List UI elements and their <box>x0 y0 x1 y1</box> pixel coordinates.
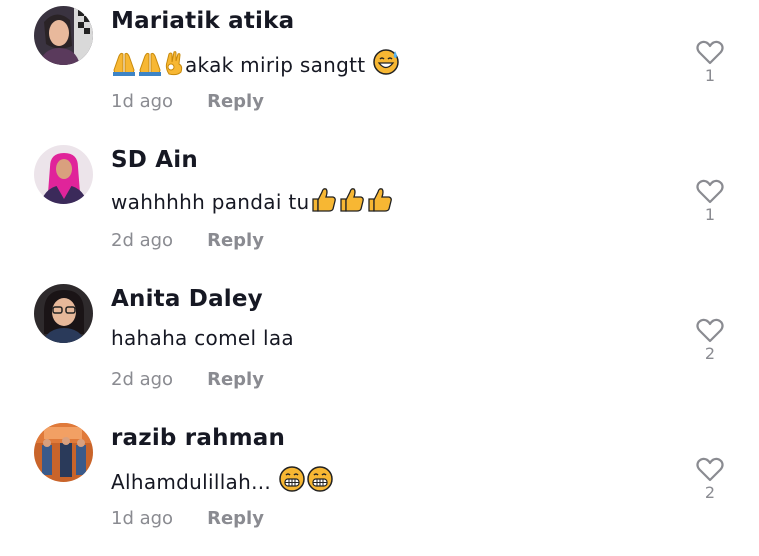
avatar[interactable] <box>34 423 93 482</box>
like-count: 1 <box>704 66 716 85</box>
comment-meta: 1d ago Reply <box>111 91 264 112</box>
comment-meta: 2d ago Reply <box>111 230 264 251</box>
comment-time: 2d ago <box>111 369 174 390</box>
heart-icon <box>696 318 724 343</box>
comment-item: Mariatik atika akak mirip sangtt 1d ago R… <box>0 0 759 139</box>
folded-hands-icon <box>137 50 163 76</box>
comment-time: 1d ago <box>111 508 174 529</box>
comment-text: akak mirip sangtt <box>111 48 400 77</box>
reply-button[interactable]: Reply <box>207 508 264 529</box>
heart-icon <box>696 457 724 482</box>
reply-button[interactable]: Reply <box>207 91 264 112</box>
comment-body: Alhamdulillah... <box>111 470 278 494</box>
comment-time: 2d ago <box>111 230 174 251</box>
thumbs-up-icon <box>309 187 337 213</box>
thumbs-up-icon <box>337 187 365 213</box>
reply-button[interactable]: Reply <box>207 230 264 251</box>
comment-time: 1d ago <box>111 91 174 112</box>
comment-username[interactable]: Anita Daley <box>111 286 263 312</box>
comment-text: wahhhhh pandai tu <box>111 187 393 214</box>
like-count: 2 <box>704 344 716 363</box>
comment-meta: 2d ago Reply <box>111 369 264 390</box>
comment-username[interactable]: Mariatik atika <box>111 8 294 34</box>
like-count: 1 <box>704 205 716 224</box>
like-button[interactable]: 2 <box>694 318 726 363</box>
avatar[interactable] <box>34 284 93 343</box>
like-button[interactable]: 1 <box>694 40 726 85</box>
comment-body: akak mirip sangtt <box>185 53 366 77</box>
like-button[interactable]: 1 <box>694 179 726 224</box>
comment-username[interactable]: razib rahman <box>111 425 285 451</box>
comment-text: Alhamdulillah... <box>111 465 334 494</box>
like-count: 2 <box>704 483 716 502</box>
comment-item: razib rahman Alhamdulillah... 1d ago Repl… <box>0 417 759 556</box>
comment-meta: 1d ago Reply <box>111 508 264 529</box>
avatar[interactable] <box>34 145 93 204</box>
comment-body: wahhhhh pandai tu <box>111 190 310 214</box>
comment-item: SD Ain wahhhhh pandai tu 2d ago Reply 1 <box>0 139 759 278</box>
ok-hand-icon <box>163 50 185 76</box>
heart-icon <box>696 179 724 204</box>
comment-body: hahaha comel laa <box>111 326 294 350</box>
thumbs-up-icon <box>365 187 393 213</box>
heart-icon <box>696 40 724 65</box>
avatar[interactable] <box>34 6 93 65</box>
comment-username[interactable]: SD Ain <box>111 147 198 173</box>
comment-item: Anita Daley hahaha comel laa 2d ago Reply… <box>0 278 759 417</box>
reply-button[interactable]: Reply <box>207 369 264 390</box>
folded-hands-icon <box>111 50 137 76</box>
grinning-sweat-icon <box>372 48 400 76</box>
grimacing-icon <box>278 465 306 493</box>
grimacing-icon <box>306 465 334 493</box>
comment-text: hahaha comel laa <box>111 326 294 350</box>
like-button[interactable]: 2 <box>694 457 726 502</box>
